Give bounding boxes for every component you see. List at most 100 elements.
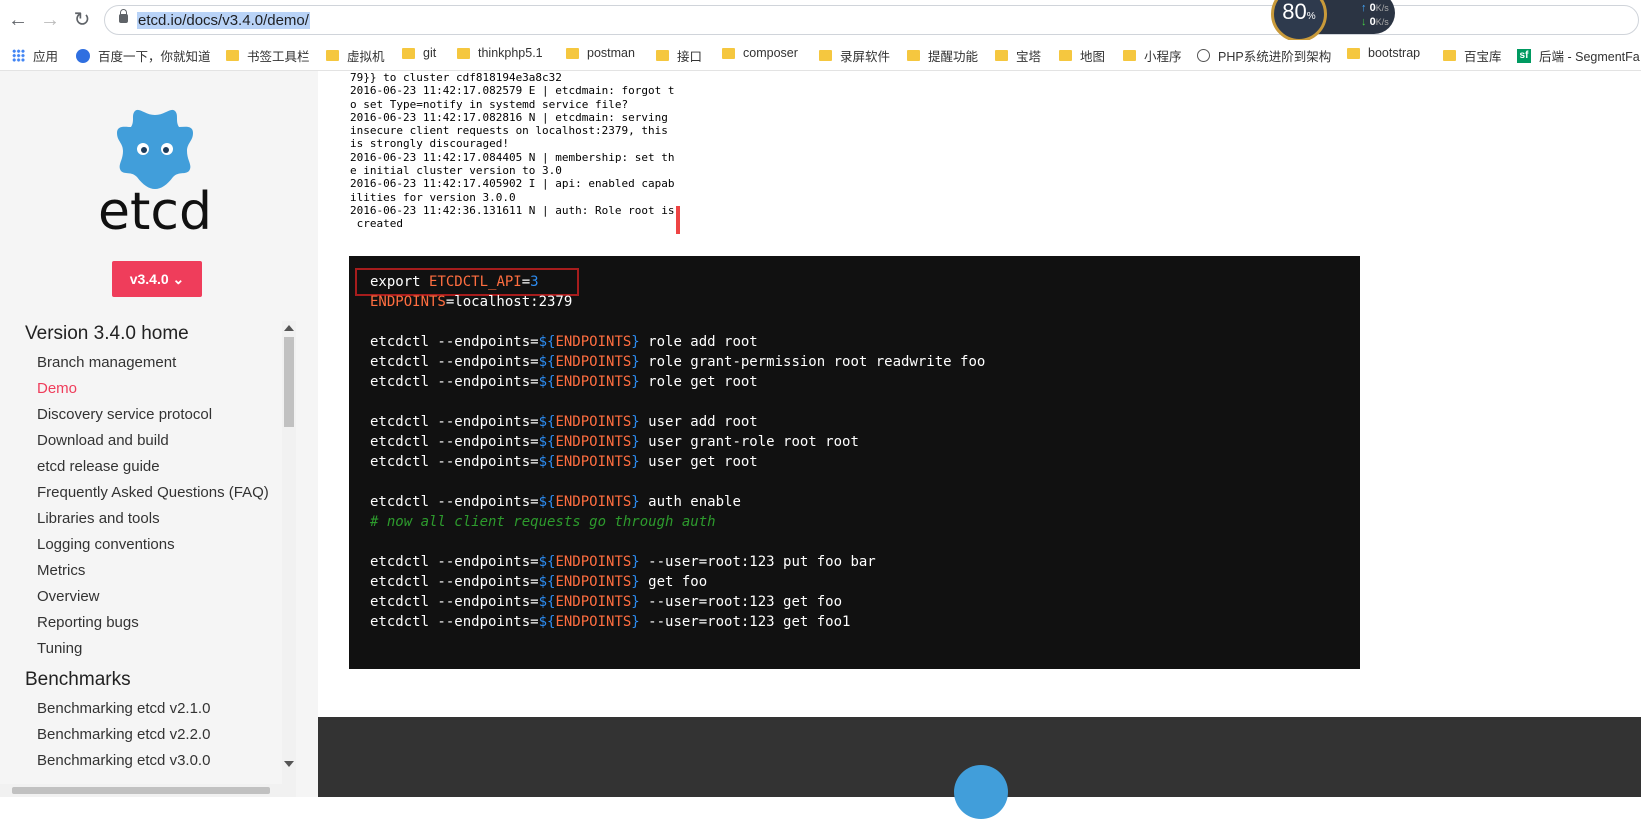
- terminal-line: 79}} to cluster cdf818194e3a8c32: [350, 71, 562, 84]
- sidebar-item[interactable]: Logging conventions: [37, 536, 175, 553]
- version-dropdown-button[interactable]: v3.4.0 ⌄: [112, 261, 202, 297]
- scroll-down-icon[interactable]: [284, 761, 294, 767]
- terminal-line: created: [350, 217, 403, 231]
- bookmark-folder[interactable]: 录屏软件: [819, 46, 890, 65]
- folder-icon: [995, 50, 1008, 61]
- sidebar-item[interactable]: etcd release guide: [37, 458, 160, 475]
- folder-icon: [1123, 50, 1136, 61]
- bookmark-folder[interactable]: 小程序: [1123, 46, 1182, 65]
- code-line: etcdctl --endpoints=${ENDPOINTS} get foo: [370, 574, 708, 590]
- forward-icon[interactable]: →: [38, 8, 62, 32]
- browser-toolbar: ← → ↻ etcd.io/docs/v3.4.0/demo/ 80% ↑ 0K…: [0, 0, 1641, 42]
- sidebar-item[interactable]: Metrics: [37, 562, 85, 579]
- bookmark-folder[interactable]: bootstrap: [1347, 46, 1420, 60]
- bookmark-folder[interactable]: git: [402, 46, 436, 60]
- memory-gauge: 80%: [1271, 0, 1327, 42]
- bookmark-folder[interactable]: 地图: [1059, 46, 1105, 65]
- bookmark-php[interactable]: PHP系统进阶到架构: [1197, 46, 1331, 65]
- etcd-mascot-icon: etcd: [98, 109, 212, 242]
- terminal-line: 2016-06-23 11:42:36.131611 N | auth: Rol…: [350, 203, 675, 217]
- reload-icon[interactable]: ↻: [70, 8, 94, 32]
- terminal-output-image: 79}} to cluster cdf818194e3a8c32 2016-06…: [350, 71, 680, 234]
- terminal-line: o set Type=notify in systemd service fil…: [350, 97, 629, 111]
- sidebar-item[interactable]: Tuning: [37, 640, 82, 657]
- code-line: etcdctl --endpoints=${ENDPOINTS} role ge…: [370, 374, 758, 390]
- bookmark-folder[interactable]: postman: [566, 46, 635, 60]
- chevron-down-icon: ⌄: [172, 271, 185, 287]
- address-bar[interactable]: etcd.io/docs/v3.4.0/demo/: [104, 5, 1639, 35]
- sidebar-scrollbar[interactable]: [282, 321, 296, 797]
- download-rate: ↓ 0K/s: [1361, 16, 1389, 28]
- section-title[interactable]: Benchmarks: [25, 669, 131, 691]
- terminal-line: ilities for version 3.0.0: [350, 190, 516, 204]
- code-line: etcdctl --endpoints=${ENDPOINTS} role gr…: [370, 354, 986, 370]
- segmentfault-icon: sf: [1517, 48, 1531, 63]
- code-line: etcdctl --endpoints=${ENDPOINTS} --user=…: [370, 554, 876, 570]
- page-footer: [318, 717, 1641, 819]
- code-line: etcdctl --endpoints=${ENDPOINTS} role ad…: [370, 334, 758, 350]
- bookmarks-bar: 应用 百度一下，你就知道 书签工具栏 虚拟机 git thinkphp5.1 p…: [0, 40, 1641, 71]
- scroll-up-icon[interactable]: [284, 325, 294, 331]
- globe-icon: [1197, 49, 1210, 62]
- sidebar-item-active[interactable]: Demo: [37, 380, 77, 397]
- sidebar-item[interactable]: Benchmarking etcd v2.2.0: [37, 726, 210, 743]
- sidebar-item[interactable]: Discovery service protocol: [37, 406, 212, 423]
- url-text[interactable]: etcd.io/docs/v3.4.0/demo/: [137, 12, 310, 29]
- baidu-paw-icon: [76, 48, 90, 63]
- lock-icon: [119, 9, 128, 23]
- bookmark-apps[interactable]: 应用: [12, 46, 58, 65]
- sidebar-item[interactable]: Benchmarking etcd v3.0.0: [37, 752, 210, 769]
- bookmark-segmentfault[interactable]: sf 后端 - SegmentFa: [1517, 46, 1640, 65]
- sidebar-item[interactable]: Frequently Asked Questions (FAQ): [37, 484, 269, 501]
- bookmark-folder[interactable]: 提醒功能: [907, 46, 978, 65]
- bookmark-folder[interactable]: composer: [722, 46, 798, 60]
- terminal-line: 2016-06-23 11:42:17.405902 I | api: enab…: [350, 177, 675, 191]
- terminal-scroll-marker: [676, 206, 680, 234]
- bookmark-folder[interactable]: 接口: [656, 46, 702, 65]
- back-icon[interactable]: ←: [6, 8, 30, 32]
- sidebar-item[interactable]: Libraries and tools: [37, 510, 160, 527]
- section-title[interactable]: Version 3.4.0 home: [25, 323, 189, 345]
- code-line: etcdctl --endpoints=${ENDPOINTS} auth en…: [370, 494, 741, 510]
- terminal-line: is strongly discouraged!: [350, 137, 509, 151]
- folder-icon: [907, 50, 920, 61]
- folder-icon: [1059, 50, 1072, 61]
- code-comment: # now all client requests go through aut…: [370, 514, 716, 530]
- folder-icon: [566, 47, 579, 59]
- folder-icon: [656, 50, 669, 61]
- folder-icon: [722, 47, 735, 59]
- sidebar-item[interactable]: Benchmarking etcd v2.1.0: [37, 700, 210, 717]
- terminal-line: e initial cluster version to 3.0: [350, 164, 562, 178]
- etcd-logo[interactable]: etcd: [95, 101, 215, 242]
- bookmark-folder[interactable]: 虚拟机: [326, 46, 385, 65]
- folder-icon: [326, 50, 339, 61]
- sidebar-item[interactable]: Download and build: [37, 432, 169, 449]
- terminal-line: 2016-06-23 11:42:17.082816 N | etcdmain:…: [350, 110, 668, 124]
- terminal-line: 2016-06-23 11:42:17.082579 E | etcdmain:…: [350, 84, 675, 98]
- network-monitor-widget: 80% ↑ 0K/s ↓ 0K/s: [1271, 0, 1395, 42]
- bookmark-folder[interactable]: 书签工具栏: [226, 46, 310, 65]
- folder-icon: [1347, 47, 1360, 59]
- code-line: etcdctl --endpoints=${ENDPOINTS} --user=…: [370, 614, 851, 630]
- code-line: etcdctl --endpoints=${ENDPOINTS} user ad…: [370, 414, 758, 430]
- bookmark-baidu[interactable]: 百度一下，你就知道: [76, 46, 211, 65]
- horizontal-scrollbar-thumb[interactable]: [12, 787, 270, 794]
- code-line: ENDPOINTS=localhost:2379: [370, 294, 573, 310]
- sidebar-horizontal-scrollbar[interactable]: [0, 784, 282, 797]
- sidebar-item[interactable]: Reporting bugs: [37, 614, 139, 631]
- apps-icon: [12, 49, 25, 62]
- code-block: export ETCDCTL_API=3 ENDPOINTS=localhost…: [349, 256, 1360, 669]
- bookmark-folder[interactable]: 百宝库: [1443, 46, 1502, 65]
- bookmark-folder[interactable]: 宝塔: [995, 46, 1041, 65]
- etcd-footer-logo-icon: [954, 765, 1008, 819]
- code-line: etcdctl --endpoints=${ENDPOINTS} user gr…: [370, 434, 859, 450]
- folder-icon: [819, 50, 832, 61]
- sidebar-item[interactable]: Overview: [37, 588, 100, 605]
- bookmark-folder[interactable]: thinkphp5.1: [457, 46, 543, 60]
- code-line: etcdctl --endpoints=${ENDPOINTS} --user=…: [370, 594, 843, 610]
- docs-sidebar: etcd v3.4.0 ⌄ Version 3.4.0 home Branch …: [0, 71, 318, 797]
- upload-rate: ↑ 0K/s: [1361, 2, 1389, 14]
- code-line: export ETCDCTL_API=3: [370, 274, 539, 290]
- scrollbar-thumb[interactable]: [284, 337, 294, 427]
- sidebar-item[interactable]: Branch management: [37, 354, 176, 371]
